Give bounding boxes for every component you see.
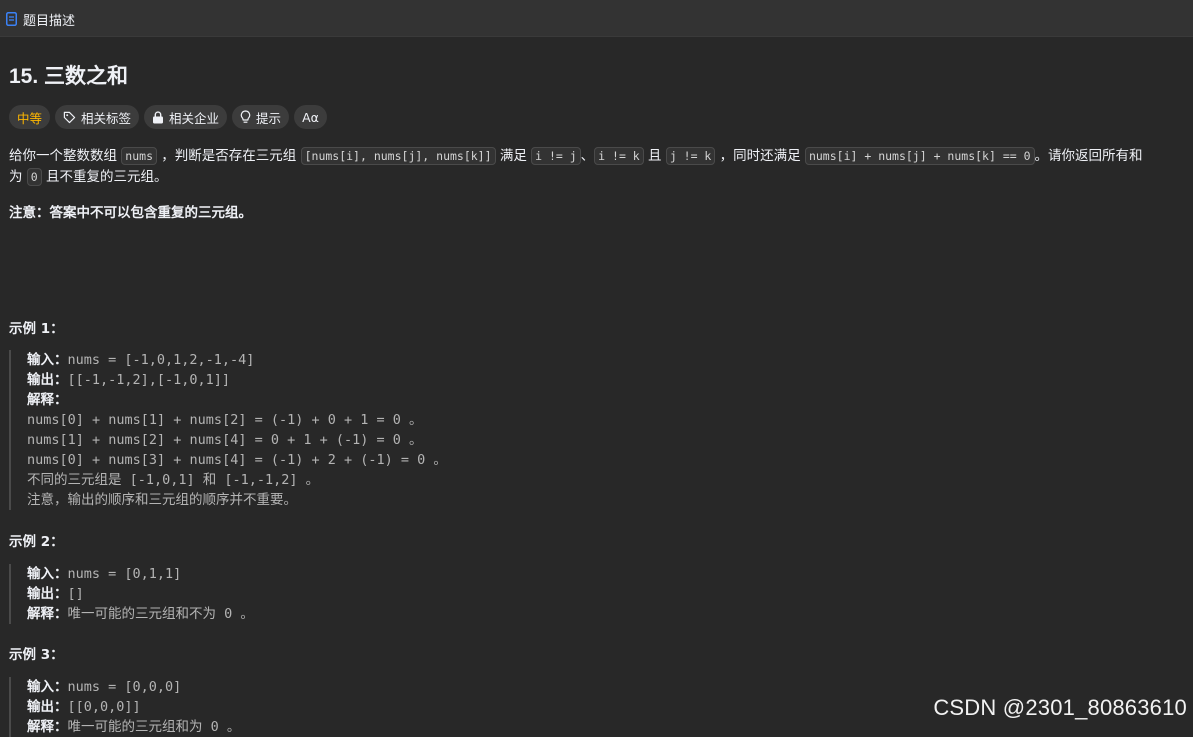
related-companies-button[interactable]: 相关企业 [144, 105, 228, 129]
output-value: [[-1,-1,2],[-1,0,1]] [67, 372, 231, 388]
example-2-title: 示例 2： [9, 534, 64, 550]
desc-text: 满足 [499, 148, 527, 164]
output-label: 输出： [27, 372, 68, 388]
tag-icon [63, 111, 76, 123]
example-input: 输入：nums = [0,1,1] [27, 564, 709, 584]
example-explain: 解释：唯一可能的三元组和不为 0 。 [27, 604, 709, 624]
example-input: 输入：nums = [-1,0,1,2,-1,-4] [27, 350, 709, 370]
desc-text: ，同时还满足 [719, 148, 801, 164]
inline-code: i != k [594, 147, 644, 165]
desc-text: 且 [648, 148, 662, 164]
font-size-button[interactable]: Aα [294, 105, 327, 129]
inline-code: nums[i] + nums[j] + nums[k] == 0 [804, 147, 1035, 165]
explain-line: 不同的三元组是 [-1,0,1] 和 [-1,-1,2] 。 [27, 472, 320, 488]
related-tags-button[interactable]: 相关标签 [55, 105, 140, 129]
explain-value: 唯一可能的三元组和不为 0 。 [67, 606, 254, 622]
difficulty-badge: 中等 [9, 105, 51, 129]
example-output: 输出：[[0,0,0]] [27, 697, 709, 717]
lightbulb-icon [240, 110, 251, 123]
font-size-label: Aα [302, 109, 319, 125]
explain-value: 唯一可能的三元组和为 0 。 [67, 719, 241, 735]
example-1-block: 输入：nums = [-1,0,1,2,-1,-4] 输出：[[-1,-1,2]… [9, 350, 709, 510]
example-output: 输出：[[-1,-1,2],[-1,0,1]] [27, 370, 709, 390]
explain-line: nums[1] + nums[2] + nums[4] = 0 + 1 + (-… [27, 432, 423, 448]
tab-description-label: 题目描述 [23, 13, 76, 29]
desc-text: 。请你返回所有和 [1034, 148, 1143, 164]
input-value: nums = [0,0,0] [67, 679, 182, 695]
desc-text: 、 [580, 148, 595, 164]
related-companies-label: 相关企业 [169, 110, 220, 126]
desc-text: 且不重复的三元组。 [46, 169, 168, 185]
example-input: 输入：nums = [0,0,0] [27, 677, 709, 697]
hints-button[interactable]: 提示 [232, 105, 290, 129]
example-explain: 解释： [27, 390, 709, 410]
note-text: 答案中不可以包含重复的三元组。 [49, 205, 253, 221]
output-value: [] [67, 586, 84, 602]
example-3-title: 示例 3： [9, 647, 64, 663]
note-label: 注意： [9, 205, 50, 221]
tag-row: 中等 相关标签 相关企业 提示 Aα [9, 105, 327, 129]
problem-description-line1: 给你一个整数数组 nums ，判断是否存在三元组 [nums[i], nums[… [9, 146, 1143, 167]
example-output: 输出：[] [27, 584, 709, 604]
inline-code: nums [121, 147, 157, 165]
output-value: [[0,0,0]] [67, 699, 141, 715]
explain-line: nums[0] + nums[3] + nums[4] = (-1) + 2 +… [27, 452, 447, 468]
inline-code: j != k [665, 147, 716, 165]
tab-bar: 题目描述 [0, 0, 1193, 37]
input-value: nums = [0,1,1] [67, 566, 182, 582]
explain-label: 解释： [27, 392, 68, 408]
explain-line: 注意，输出的顺序和三元组的顺序并不重要。 [27, 492, 297, 508]
explain-label: 解释： [27, 719, 68, 735]
input-label: 输入： [27, 679, 68, 695]
problem-title[interactable]: 15. 三数之和 [9, 60, 128, 90]
lock-icon [153, 110, 164, 123]
example-3-block: 输入：nums = [0,0,0] 输出：[[0,0,0]] 解释：唯一可能的三… [9, 677, 709, 737]
desc-text: ，判断是否存在三元组 [161, 148, 297, 164]
inline-code: [nums[i], nums[j], nums[k]] [300, 147, 496, 165]
desc-text: 给你一个整数数组 [9, 148, 117, 164]
difficulty-label: 中等 [17, 110, 43, 126]
document-icon [6, 12, 17, 26]
input-label: 输入： [27, 566, 68, 582]
tab-description[interactable]: 题目描述 [6, 9, 75, 29]
output-label: 输出： [27, 586, 68, 602]
desc-text: 为 [9, 169, 23, 185]
hints-label: 提示 [256, 110, 282, 126]
example-2-block: 输入：nums = [0,1,1] 输出：[] 解释：唯一可能的三元组和不为 0… [9, 564, 709, 624]
explain-line: nums[0] + nums[1] + nums[2] = (-1) + 0 +… [27, 412, 423, 428]
example-1-title: 示例 1： [9, 321, 64, 337]
inline-code: i != j [531, 147, 581, 165]
related-tags-label: 相关标签 [81, 110, 132, 126]
problem-description-line2: 为 0 且不重复的三元组。 [9, 167, 168, 188]
input-value: nums = [-1,0,1,2,-1,-4] [67, 352, 255, 368]
example-explain: 解释：唯一可能的三元组和为 0 。 [27, 717, 709, 737]
input-label: 输入： [27, 352, 68, 368]
output-label: 输出： [27, 699, 68, 715]
problem-note: 注意：答案中不可以包含重复的三元组。 [9, 203, 252, 224]
watermark: CSDN @2301_80863610 [933, 695, 1187, 720]
explain-label: 解释： [27, 606, 68, 622]
inline-code: 0 [26, 168, 42, 186]
